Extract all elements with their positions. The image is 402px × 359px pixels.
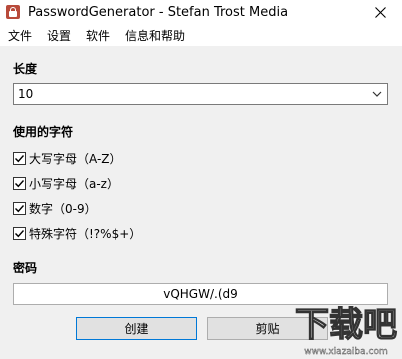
checkmark-icon	[15, 179, 25, 187]
menu-file[interactable]: 文件	[0, 27, 39, 44]
digits-checkbox[interactable]	[13, 201, 26, 215]
uppercase-checkbox[interactable]	[13, 151, 26, 165]
checkmark-icon	[15, 229, 25, 237]
menu-info-help[interactable]: 信息和帮助	[117, 27, 192, 44]
menu-bar: 文件 设置 软件 信息和帮助	[0, 24, 402, 46]
lowercase-checkbox[interactable]	[13, 176, 26, 190]
watermark-logo: 下载吧 www.xiazaiba.com	[294, 304, 397, 357]
app-lock-icon	[6, 5, 20, 19]
lowercase-label: 小写字母（a-z）	[29, 176, 119, 191]
close-icon	[374, 6, 386, 18]
checkmark-icon	[15, 154, 25, 162]
uppercase-label: 大写字母（A-Z）	[29, 151, 122, 166]
length-value: 10	[18, 87, 34, 101]
chevron-down-icon	[372, 91, 382, 97]
window-title: PasswordGenerator - Stefan Trost Media	[28, 4, 289, 20]
length-select[interactable]: 10	[13, 83, 388, 105]
password-label: 密码	[13, 261, 38, 275]
title-bar: PasswordGenerator - Stefan Trost Media	[0, 0, 402, 24]
watermark-url: www.xiazaiba.com	[304, 347, 388, 357]
menu-software[interactable]: 软件	[78, 27, 117, 44]
password-value: vQHGW/.(d9	[163, 287, 238, 301]
copy-button-label: 剪贴	[255, 322, 280, 336]
special-label: 特殊字符（!?%$+）	[29, 226, 142, 241]
menu-settings[interactable]: 设置	[39, 27, 78, 44]
watermark-text: 下载吧	[295, 305, 397, 345]
length-label: 长度	[13, 62, 38, 76]
checkmark-icon	[15, 204, 25, 212]
create-button[interactable]: 创建	[76, 317, 197, 340]
special-checkbox-row[interactable]: 特殊字符（!?%$+）	[13, 225, 141, 241]
uppercase-checkbox-row[interactable]: 大写字母（A-Z）	[13, 150, 122, 166]
lowercase-checkbox-row[interactable]: 小写字母（a-z）	[13, 175, 119, 191]
digits-label: 数字（0-9）	[29, 201, 97, 216]
chars-label: 使用的字符	[13, 125, 74, 139]
close-button[interactable]	[358, 0, 402, 24]
digits-checkbox-row[interactable]: 数字（0-9）	[13, 200, 97, 216]
create-button-label: 创建	[124, 322, 149, 336]
special-checkbox[interactable]	[13, 226, 26, 240]
